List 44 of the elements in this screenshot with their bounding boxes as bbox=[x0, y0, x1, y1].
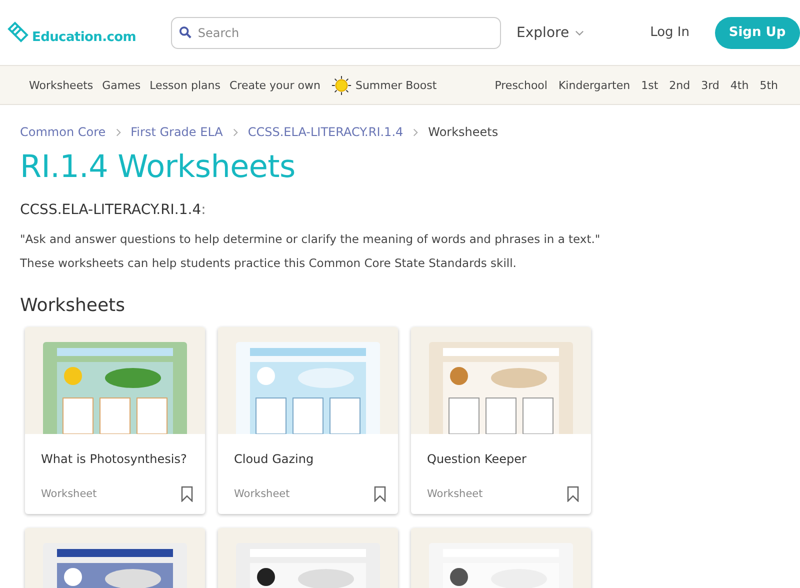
logo-icon bbox=[6, 20, 30, 44]
worksheet-title: What is Photosynthesis? bbox=[41, 452, 188, 466]
breadcrumb-current: Worksheets bbox=[428, 125, 498, 139]
bookmark-icon[interactable] bbox=[374, 486, 386, 502]
worksheet-card[interactable]: What is Photosynthesis? Worksheet bbox=[25, 327, 205, 514]
section-title: Worksheets bbox=[20, 295, 126, 316]
standard-quote: "Ask and answer questions to help determine or clarify the meaning of words and phrases in a text." bbox=[20, 232, 602, 246]
chevron-right-icon bbox=[116, 128, 121, 136]
worksheet-card[interactable]: Cloud Gazing Worksheet bbox=[218, 327, 398, 514]
bookmark-icon[interactable] bbox=[181, 486, 193, 502]
nav-link[interactable]: Create your own bbox=[229, 78, 320, 92]
nav-link[interactable]: Lesson plans bbox=[150, 78, 220, 92]
worksheet-type: Worksheet bbox=[41, 488, 97, 500]
worksheet-title: Question Keeper bbox=[427, 452, 528, 466]
grade-link[interactable]: 1st bbox=[641, 78, 658, 92]
breadcrumb-link[interactable]: CCSS.ELA-LITERACY.RI.1.4 bbox=[248, 125, 404, 139]
sun-icon bbox=[331, 74, 352, 96]
grade-link[interactable]: Kindergarten bbox=[558, 78, 630, 92]
nav-link[interactable]: Worksheets bbox=[29, 78, 94, 92]
chevron-right-icon bbox=[413, 128, 418, 136]
worksheet-card[interactable]: Question Keeper Worksheet bbox=[411, 327, 591, 514]
worksheet-type: Worksheet bbox=[234, 488, 290, 500]
page-title: RI.1.4 Worksheets bbox=[20, 149, 296, 185]
login-link[interactable]: Log In bbox=[650, 25, 690, 40]
grade-link[interactable]: 3rd bbox=[701, 78, 720, 92]
breadcrumb-link[interactable]: Common Core bbox=[20, 125, 106, 139]
chevron-right-icon bbox=[232, 128, 238, 136]
breadcrumb-link[interactable]: First Grade ELA bbox=[130, 125, 223, 139]
worksheet-type: Worksheet bbox=[427, 488, 483, 500]
worksheet-title: Cloud Gazing bbox=[234, 452, 315, 466]
grade-link[interactable]: Preschool bbox=[494, 78, 548, 92]
nav-link[interactable]: Summer Boost bbox=[331, 74, 437, 96]
nav-link[interactable]: Games bbox=[102, 78, 141, 92]
chevron-down-icon bbox=[575, 30, 584, 36]
bookmark-icon[interactable] bbox=[567, 486, 579, 502]
search-icon bbox=[178, 26, 192, 38]
search-field[interactable]: Search bbox=[170, 16, 501, 48]
explore-menu[interactable]: Explore bbox=[516, 24, 584, 40]
colon: : bbox=[201, 202, 206, 218]
grade-link[interactable]: 5th bbox=[760, 78, 778, 92]
standard-code: CCSS.ELA-LITERACY.RI.1.4 bbox=[20, 202, 202, 218]
standard-description: These worksheets can help students practice this Common Core State Standards skill. bbox=[20, 256, 518, 270]
grade-link[interactable]: 4th bbox=[730, 78, 749, 92]
grade-link[interactable]: 2nd bbox=[669, 78, 690, 92]
